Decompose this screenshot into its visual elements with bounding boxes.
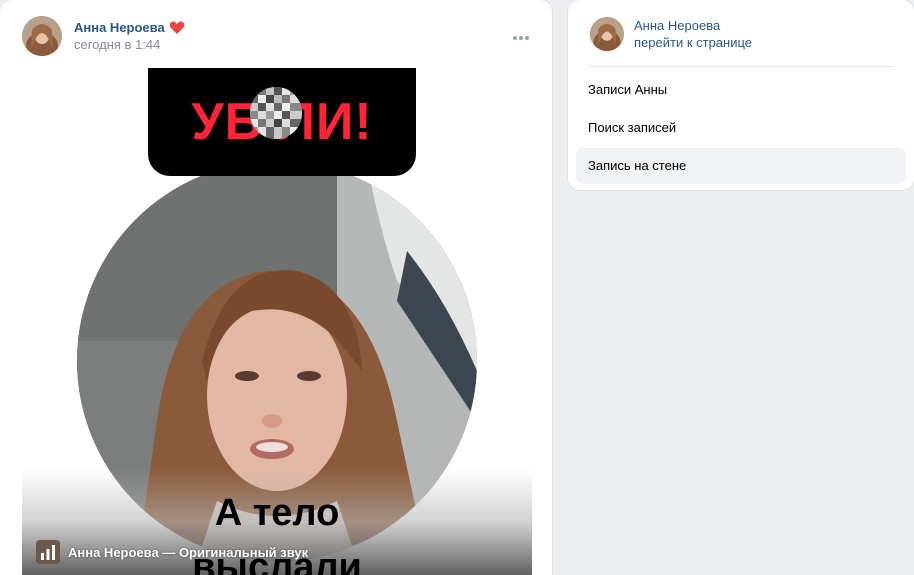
author-block: Анна Нероева сегодня в 1:44 — [74, 19, 185, 53]
post-card: Анна Нероева сегодня в 1:44 УБ ЛИ! А тел… — [0, 0, 552, 575]
sidebar-avatar[interactable] — [590, 17, 624, 51]
post-header: Анна Нероева сегодня в 1:44 — [22, 16, 185, 56]
sidebar-profile-name[interactable]: Анна Нероева — [634, 17, 752, 34]
video-caption-line-1: А тело — [214, 492, 340, 534]
audio-track[interactable]: Анна Нероева — Оригинальный звук — [36, 540, 308, 564]
video-banner: УБ ЛИ! — [148, 68, 416, 176]
sidebar-profile-link[interactable]: перейти к странице — [634, 34, 752, 51]
sidebar-item-search-posts[interactable]: Поиск записей — [576, 109, 906, 146]
sidebar-profile-text: Анна Нероева перейти к странице — [634, 17, 752, 51]
post-video[interactable]: УБ ЛИ! А тело выслали Анна Нероева — Ори… — [22, 68, 532, 575]
author-name-label: Анна Нероева — [74, 20, 165, 35]
sidebar-item-wall-post[interactable]: Запись на стене — [576, 147, 906, 184]
censor-pixelation — [250, 87, 302, 139]
sidebar-card: Анна Нероева перейти к странице Записи А… — [568, 0, 914, 190]
sidebar-item-anna-posts[interactable]: Записи Анны — [576, 71, 906, 108]
audio-thumbnail — [36, 540, 60, 564]
author-name[interactable]: Анна Нероева — [74, 19, 185, 36]
audio-label: Анна Нероева — Оригинальный звук — [68, 544, 309, 560]
post-time[interactable]: сегодня в 1:44 — [74, 36, 185, 53]
author-avatar[interactable] — [22, 16, 62, 56]
heart-icon — [169, 21, 185, 35]
more-horizontal-icon[interactable] — [512, 30, 530, 40]
sidebar-menu: Записи Анны Поиск записей Запись на стен… — [576, 71, 906, 185]
sidebar-profile[interactable]: Анна Нероева перейти к странице — [590, 17, 752, 51]
sidebar-divider — [588, 66, 894, 67]
